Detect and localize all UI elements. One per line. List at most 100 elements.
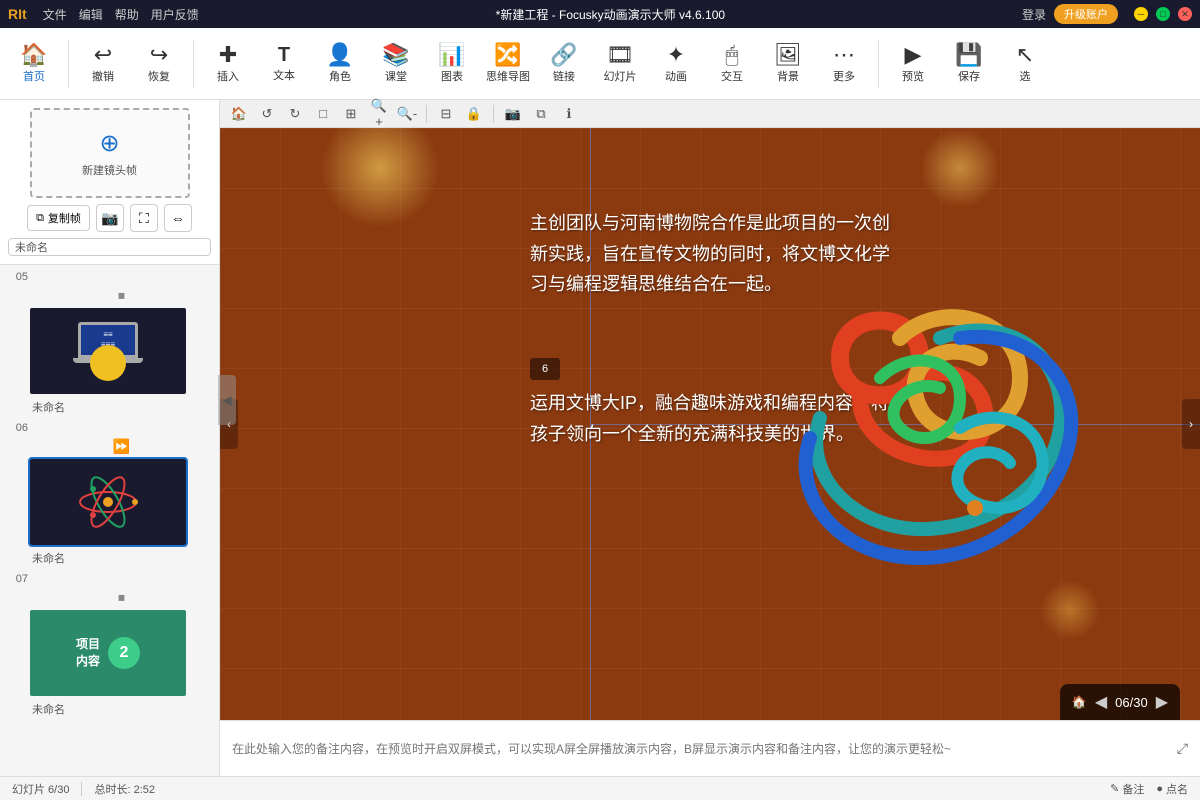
- toolbar-anim[interactable]: ✦ 动画: [650, 34, 702, 94]
- toolbar-ppt[interactable]: 🎞 幻灯片: [594, 34, 646, 94]
- screenshot-button[interactable]: 📷: [96, 204, 124, 232]
- anim-play-icon: ⏩: [113, 438, 130, 455]
- menu-help[interactable]: 帮助: [115, 6, 139, 23]
- mindmap-label: 思维导图: [486, 68, 530, 84]
- chart-icon: 📊: [438, 44, 465, 66]
- link-icon: 🔗: [550, 44, 577, 66]
- camera-icon: 📷: [101, 210, 118, 227]
- menu-feedback[interactable]: 用户反馈: [151, 6, 199, 23]
- toolbar-more[interactable]: ⋯ 更多: [818, 34, 870, 94]
- bg-icon: 🖼: [774, 44, 802, 66]
- toolbar-link[interactable]: 🔗 链接: [538, 34, 590, 94]
- copy-frame-button[interactable]: ⧉ 复制帧: [27, 205, 90, 231]
- ct-sep2: [493, 105, 494, 123]
- login-button[interactable]: 登录: [1022, 6, 1046, 23]
- toolbar-text[interactable]: T 文本: [258, 34, 310, 94]
- close-button[interactable]: ✕: [1178, 7, 1192, 21]
- toolbar-bg[interactable]: 🖼 背景: [762, 34, 814, 94]
- infinity-svg: [760, 278, 1100, 578]
- maximize-button[interactable]: □: [1156, 7, 1170, 21]
- nav-prev-button[interactable]: ◀: [1095, 692, 1107, 712]
- ct-square-btn[interactable]: □: [312, 103, 334, 125]
- ct-frame-btn[interactable]: ⊞: [340, 103, 362, 125]
- collapse-sidebar-button[interactable]: ◀: [218, 375, 236, 425]
- toolbar-role[interactable]: 👤 角色: [314, 34, 366, 94]
- toolbar-redo[interactable]: ↪ 恢复: [133, 34, 185, 94]
- nav-next-button[interactable]: ▶: [1156, 692, 1168, 712]
- main-canvas[interactable]: 6 主创团队与河南博物院合作是此项目的一次创新实践，旨在宣传文物的同时，将文博文…: [220, 128, 1200, 720]
- toolbar-home[interactable]: 🏠 首页: [8, 34, 60, 94]
- decorative-shape[interactable]: [760, 278, 1100, 578]
- anim-stop2-icon: ⏹: [118, 589, 125, 606]
- annotation-button[interactable]: ✎ 备注: [1110, 781, 1144, 797]
- toolbar-interact[interactable]: 🖱 交互: [706, 34, 758, 94]
- toolbar-preview[interactable]: ▶ 预览: [887, 34, 939, 94]
- light-effect-3: [1040, 580, 1100, 640]
- ct-lock-btn[interactable]: 🔒: [463, 103, 485, 125]
- menu-file[interactable]: 文件: [43, 6, 67, 23]
- toolbar-mindmap[interactable]: 🔀 思维导图: [482, 34, 534, 94]
- notes-input[interactable]: [232, 742, 1169, 756]
- toolbar-save[interactable]: 💾 保存: [943, 34, 995, 94]
- mirror-button[interactable]: ⇔: [164, 204, 192, 232]
- slide-item-05[interactable]: 05 ⏹ ≡≡≡≡≡: [4, 269, 215, 416]
- toolbar-select[interactable]: ↖ 选: [999, 34, 1051, 94]
- slide-05-header: 05: [4, 269, 215, 285]
- dot-name-button[interactable]: ● 点名: [1156, 781, 1188, 797]
- home-label: 首页: [23, 68, 45, 84]
- ct-rotate-right-btn[interactable]: ↻: [284, 103, 306, 125]
- slide-07-header: 07: [4, 571, 215, 587]
- toolbar-classroom[interactable]: 📚 课堂: [370, 34, 422, 94]
- interact-label: 交互: [721, 68, 743, 84]
- slide-06-bg: [30, 459, 186, 545]
- text-label: 文本: [273, 67, 295, 83]
- preview-icon: ▶: [905, 44, 922, 66]
- slide-07-name: 未命名: [28, 700, 215, 718]
- toolbar-chart[interactable]: 📊 图表: [426, 34, 478, 94]
- slide-06-thumb[interactable]: [28, 457, 188, 547]
- slide-05-num: 05: [8, 271, 28, 283]
- ct-rotate-left-btn[interactable]: ↺: [256, 103, 278, 125]
- notes-expand-button[interactable]: ⤢: [1177, 740, 1188, 757]
- new-frame-button[interactable]: ⊕ 新建镜头帧: [30, 108, 190, 198]
- slide-item-07[interactable]: 07 ⏹ 项目内容 2 未命名: [4, 571, 215, 718]
- title-right: 登录 升级账户 ─ □ ✕: [1022, 4, 1192, 24]
- mindmap-icon: 🔀: [494, 44, 521, 66]
- upgrade-button[interactable]: 升级账户: [1054, 4, 1118, 24]
- ct-zoom-out-btn[interactable]: 🔍-: [396, 103, 418, 125]
- more-icon: ⋯: [833, 44, 855, 66]
- dot-name-label: 点名: [1166, 781, 1188, 797]
- menu-edit[interactable]: 编辑: [79, 6, 103, 23]
- home-icon: 🏠: [20, 44, 47, 66]
- toolbar-undo[interactable]: ↩ 撤销: [77, 34, 129, 94]
- select-icon: ↖: [1016, 44, 1034, 66]
- light-effect-2: [920, 128, 1000, 208]
- role-icon: 👤: [326, 44, 353, 66]
- toolbar-insert[interactable]: ✚ 插入: [202, 34, 254, 94]
- expand-button[interactable]: ⛶: [130, 204, 158, 232]
- slide-info: 幻灯片 6/30: [12, 781, 69, 797]
- minimize-button[interactable]: ─: [1134, 7, 1148, 21]
- ct-info-btn[interactable]: ℹ: [558, 103, 580, 125]
- ct-align-btn[interactable]: ⊟: [435, 103, 457, 125]
- anim-label: 动画: [665, 68, 687, 84]
- ppt-icon: 🎞: [606, 44, 634, 66]
- slide-name-input[interactable]: [8, 238, 211, 256]
- interact-icon: 🖱: [725, 44, 738, 66]
- slide-item-06[interactable]: 06 ⏩: [4, 420, 215, 567]
- ct-camera2-btn[interactable]: 📷: [502, 103, 524, 125]
- slide-07-thumb[interactable]: 项目内容 2: [28, 608, 188, 698]
- ct-zoom-in-btn[interactable]: 🔍+: [368, 103, 390, 125]
- duration-info: 总时长: 2:52: [94, 781, 155, 797]
- project-title: 项目内容: [76, 636, 100, 670]
- sidebar-actions: ⧉ 复制帧 📷 ⛶ ⇔: [27, 204, 192, 232]
- window-controls: ─ □ ✕: [1134, 7, 1192, 21]
- ct-home-btn[interactable]: 🏠: [228, 103, 250, 125]
- ct-layers-btn[interactable]: ⧉: [530, 103, 552, 125]
- right-panel-toggle[interactable]: ›: [1182, 399, 1200, 449]
- sidebar-top: ⊕ 新建镜头帧 ⧉ 复制帧 📷 ⛶ ⇔: [0, 100, 219, 265]
- nav-home-icon[interactable]: 🏠: [1072, 695, 1087, 709]
- slide-05-thumb[interactable]: ≡≡≡≡≡: [28, 306, 188, 396]
- copy-icon: ⧉: [36, 212, 44, 225]
- laptop-circle: [90, 345, 126, 381]
